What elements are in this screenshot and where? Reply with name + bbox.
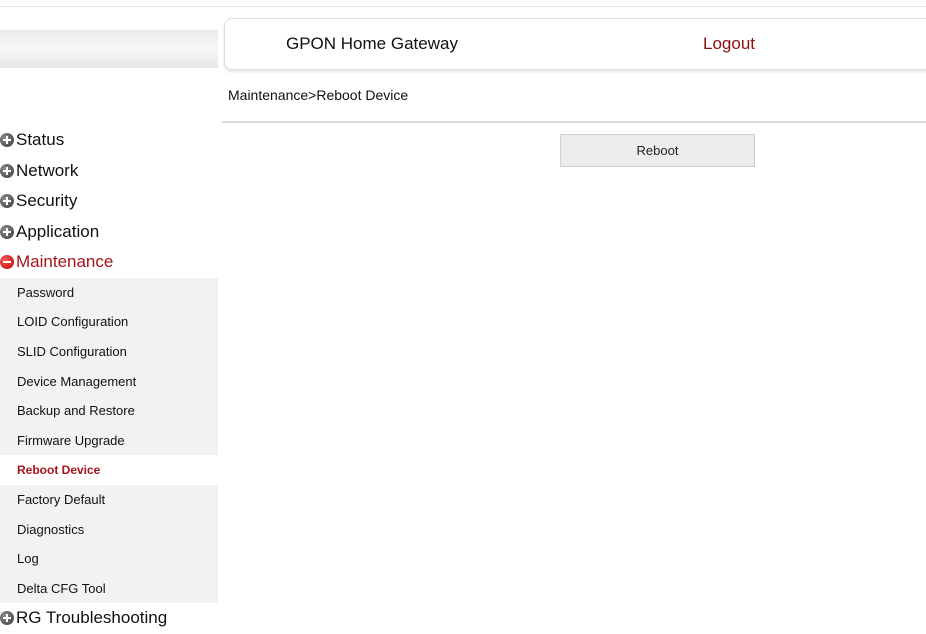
expand-plus-icon: [0, 611, 14, 626]
sidebar-item-security[interactable]: Security: [0, 186, 218, 217]
top-divider: [0, 6, 926, 7]
breadcrumb: Maintenance>Reboot Device: [228, 87, 409, 103]
submenu-item-diagnostics[interactable]: Diagnostics: [0, 514, 218, 544]
submenu-item-log[interactable]: Log: [0, 544, 218, 574]
content-divider: [222, 121, 926, 123]
expand-plus-icon: [0, 163, 14, 178]
maintenance-submenu: Password LOID Configuration SLID Configu…: [0, 277, 218, 604]
sidebar-item-application[interactable]: Application: [0, 217, 218, 248]
submenu-item-loid-configuration[interactable]: LOID Configuration: [0, 307, 218, 337]
expand-plus-icon: [0, 224, 14, 239]
submenu-item-delta-cfg-tool[interactable]: Delta CFG Tool: [0, 573, 218, 603]
sidebar-item-label: Status: [16, 130, 65, 150]
app-header: GPON Home Gateway Logout: [224, 18, 926, 70]
submenu-item-factory-default[interactable]: Factory Default: [0, 485, 218, 515]
sidebar-header-strip: [0, 30, 218, 68]
sidebar-item-status[interactable]: Status: [0, 125, 218, 156]
sidebar-item-rg-troubleshooting[interactable]: RG Troubleshooting: [0, 603, 218, 634]
sidebar-item-maintenance[interactable]: Maintenance: [0, 247, 218, 278]
sidebar-item-label: Maintenance: [16, 252, 114, 272]
expand-plus-icon: [0, 194, 14, 209]
sidebar-item-label: Network: [16, 160, 79, 180]
logout-link[interactable]: Logout: [703, 34, 755, 54]
submenu-item-firmware-upgrade[interactable]: Firmware Upgrade: [0, 425, 218, 455]
sidebar-item-label: RG Troubleshooting: [16, 608, 168, 628]
expand-plus-icon: [0, 133, 14, 148]
submenu-item-reboot-device[interactable]: Reboot Device: [0, 455, 218, 485]
sidebar-item-label: Application: [16, 221, 100, 241]
submenu-item-password[interactable]: Password: [0, 278, 218, 308]
reboot-button[interactable]: Reboot: [560, 134, 755, 167]
submenu-item-backup-and-restore[interactable]: Backup and Restore: [0, 396, 218, 426]
collapse-minus-icon: [0, 255, 14, 270]
submenu-item-device-management[interactable]: Device Management: [0, 366, 218, 396]
submenu-item-slid-configuration[interactable]: SLID Configuration: [0, 337, 218, 367]
sidebar-item-label: Security: [16, 191, 78, 211]
app-title: GPON Home Gateway: [286, 34, 458, 53]
sidebar-item-network[interactable]: Network: [0, 156, 218, 187]
sidebar-nav: Status Network Security Application Main…: [0, 125, 218, 634]
